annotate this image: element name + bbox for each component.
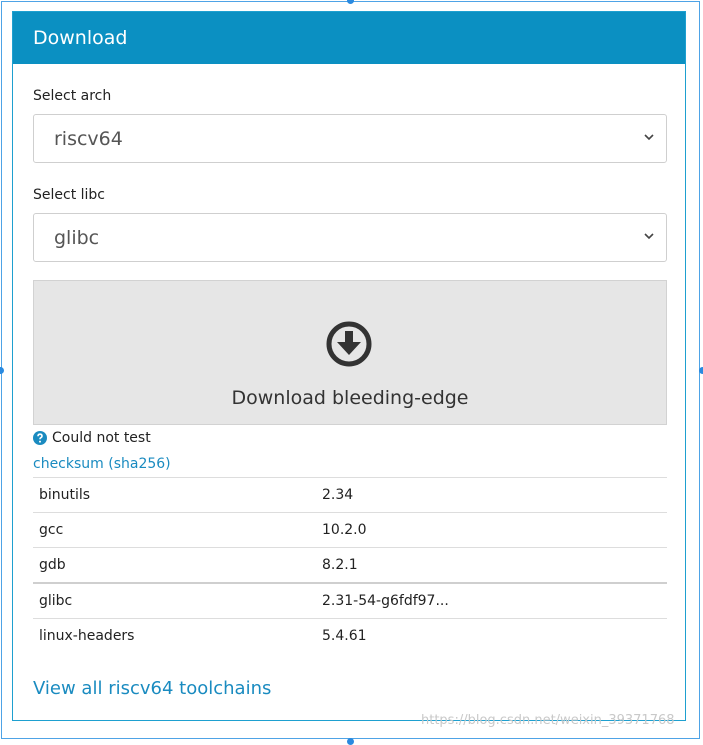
package-version: 5.4.61 <box>322 618 667 653</box>
table-row: binutils 2.34 <box>33 477 667 513</box>
package-versions-table: binutils 2.34 gcc 10.2.0 gdb 8.2.1 glibc… <box>33 477 667 653</box>
package-version: 8.2.1 <box>322 547 667 583</box>
arch-label: Select arch <box>33 88 112 104</box>
package-name: binutils <box>33 477 322 513</box>
package-name: glibc <box>33 582 322 619</box>
package-version: 10.2.0 <box>322 512 667 548</box>
test-status: Could not test <box>33 430 151 446</box>
package-version: 2.31-54-g6fdf97... <box>322 582 667 619</box>
table-row: linux-headers 5.4.61 <box>33 618 667 653</box>
download-circle-icon <box>326 321 372 367</box>
view-all-toolchains-link[interactable]: View all riscv64 toolchains <box>33 678 271 699</box>
chevron-down-icon <box>644 233 654 240</box>
table-row: gdb 8.2.1 <box>33 547 667 583</box>
table-row: gcc 10.2.0 <box>33 512 667 548</box>
table-row: glibc 2.31-54-g6fdf97... <box>33 582 667 619</box>
chevron-down-icon <box>644 134 654 141</box>
libc-select[interactable]: glibc <box>33 213 667 262</box>
libc-select-value: glibc <box>54 226 100 249</box>
watermark: https://blog.csdn.net/weixin_39371768 <box>421 713 675 728</box>
resize-handle-right[interactable] <box>699 367 703 374</box>
download-button-label: Download bleeding-edge <box>231 387 469 409</box>
question-circle-icon <box>33 431 47 445</box>
download-panel: Download Select arch riscv64 Select libc… <box>12 11 686 721</box>
panel-header: Download <box>13 12 685 64</box>
test-status-text: Could not test <box>52 430 151 446</box>
panel-title: Download <box>33 27 128 49</box>
arch-select[interactable]: riscv64 <box>33 114 667 163</box>
package-name: gdb <box>33 547 322 583</box>
package-name: linux-headers <box>33 618 322 653</box>
package-name: gcc <box>33 512 322 548</box>
package-version: 2.34 <box>322 477 667 513</box>
download-button[interactable]: Download bleeding-edge <box>33 280 667 425</box>
checksum-link[interactable]: checksum (sha256) <box>33 456 171 472</box>
libc-label: Select libc <box>33 187 106 203</box>
arch-select-value: riscv64 <box>54 127 123 150</box>
